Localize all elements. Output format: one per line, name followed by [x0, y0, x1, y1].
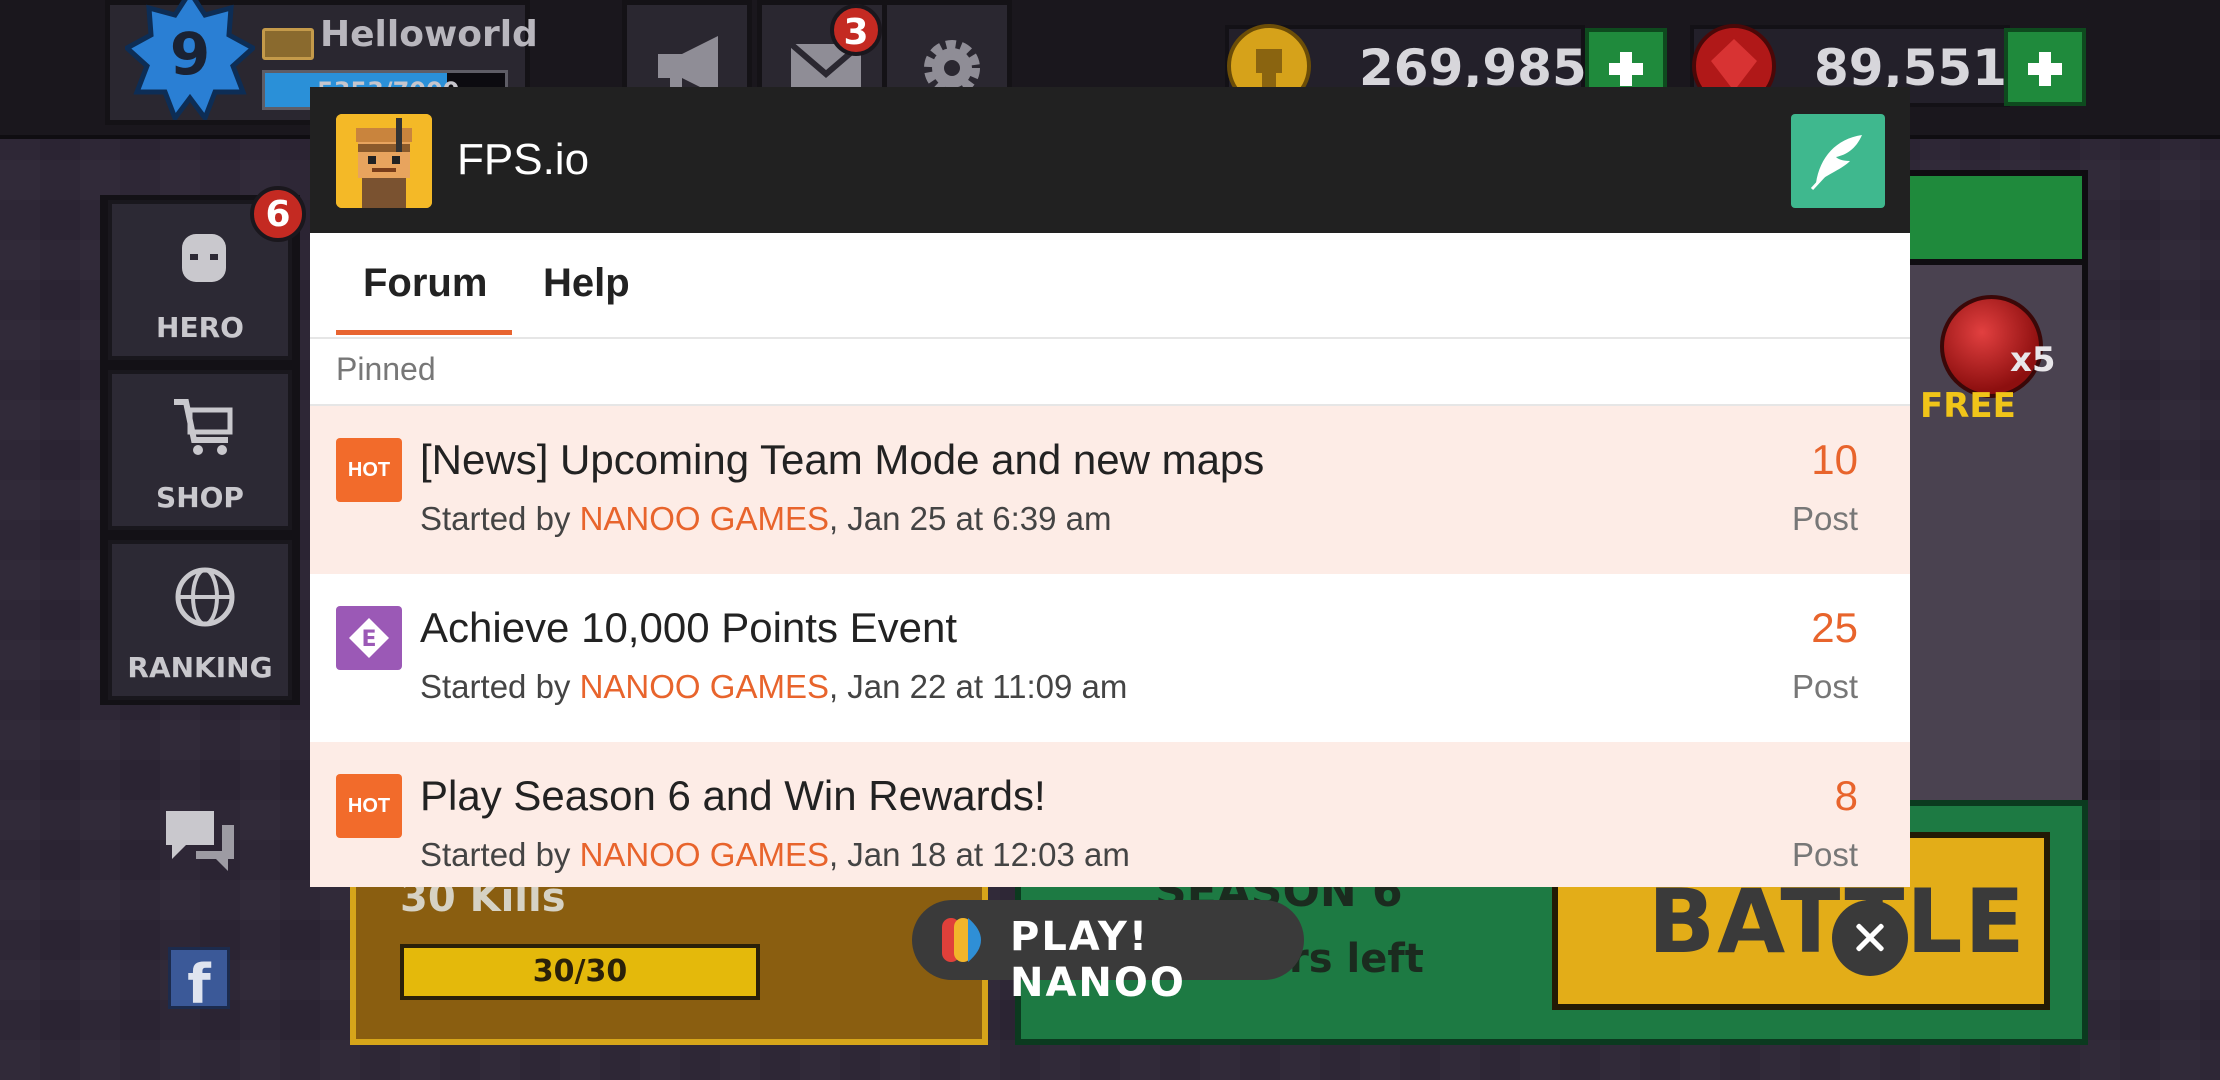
- hero-icon: [182, 234, 226, 282]
- ranking-label: RANKING: [127, 651, 273, 684]
- started-by-label: Started by: [420, 668, 580, 705]
- started-by-label: Started by: [420, 836, 580, 873]
- post-count-label: Post: [1791, 500, 1858, 537]
- chat-icon[interactable]: [160, 805, 240, 877]
- shop-label: SHOP: [156, 481, 244, 514]
- tab-forum[interactable]: Forum: [363, 261, 487, 306]
- tab-bar: Forum Help: [310, 233, 1910, 339]
- post-title: [News] Upcoming Team Mode and new maps: [420, 436, 1265, 483]
- reward-header: [1900, 170, 2088, 265]
- play-nanoo-logo-icon: [942, 918, 981, 962]
- active-tab-indicator: [336, 330, 512, 335]
- post-meta: Started by NANOO GAMES, Jan 18 at 12:03 …: [420, 836, 1130, 874]
- free-video-label[interactable]: FREE: [1920, 386, 2016, 426]
- shop-button[interactable]: SHOP: [108, 370, 292, 530]
- tab-help[interactable]: Help: [543, 261, 630, 306]
- play-nanoo-badge[interactable]: PLAY! NANOO: [912, 900, 1304, 1006]
- app-title: FPS.io: [457, 135, 590, 184]
- hero-label: HERO: [156, 311, 244, 344]
- post-author[interactable]: NANOO GAMES: [580, 836, 829, 873]
- pinned-post-row[interactable]: E Achieve 10,000 Points Event Started by…: [310, 574, 1910, 742]
- cart-icon: [174, 399, 233, 455]
- play-nanoo-text: PLAY! NANOO: [1010, 914, 1186, 1006]
- post-count: 8: [1834, 772, 1858, 819]
- hot-tag-icon: HOT: [336, 438, 402, 502]
- write-post-button[interactable]: [1791, 114, 1885, 208]
- level-number: 9: [170, 20, 210, 88]
- event-tag-letter: E: [361, 627, 376, 652]
- post-date: , Jan 25 at 6:39 am: [828, 500, 1112, 537]
- facebook-icon[interactable]: f: [168, 947, 230, 1016]
- reward-multiplier: x5: [2010, 340, 2056, 380]
- close-button[interactable]: [1832, 900, 1908, 976]
- feather-icon: [1810, 135, 1862, 191]
- game-character-icon: [336, 114, 432, 208]
- event-tag-icon: E: [336, 606, 402, 670]
- post-count-label: Post: [1791, 836, 1858, 873]
- post-count-label: Post: [1791, 668, 1858, 705]
- pinned-post-row[interactable]: HOT [News] Upcoming Team Mode and new ma…: [310, 406, 1910, 574]
- post-count: 25: [1811, 604, 1858, 651]
- level-badge-icon: 9: [125, 0, 255, 120]
- forum-modal: FPS.io Forum Help Pinned HOT [News] Upco…: [310, 87, 1910, 887]
- mail-count-badge: 3: [830, 4, 882, 56]
- mission-progress-text: 30/30: [532, 954, 628, 989]
- hot-tag-icon: HOT: [336, 774, 402, 838]
- ranking-button[interactable]: RANKING: [108, 540, 292, 700]
- post-date: , Jan 22 at 11:09 am: [828, 668, 1128, 705]
- post-meta: Started by NANOO GAMES, Jan 25 at 6:39 a…: [420, 500, 1111, 538]
- post-title: Achieve 10,000 Points Event: [420, 604, 958, 651]
- globe-icon: [175, 567, 235, 627]
- post-author[interactable]: NANOO GAMES: [580, 500, 829, 537]
- pinned-post-row[interactable]: HOT Play Season 6 and Win Rewards! Start…: [310, 742, 1910, 887]
- post-meta: Started by NANOO GAMES, Jan 22 at 11:09 …: [420, 668, 1127, 706]
- mission-progress-bar: 30/30: [400, 944, 760, 1000]
- event-diamond-icon: E: [349, 618, 389, 658]
- started-by-label: Started by: [420, 500, 580, 537]
- reward-panel[interactable]: [1900, 170, 2088, 810]
- post-count: 10: [1811, 436, 1858, 483]
- player-name: Helloworld: [320, 14, 538, 55]
- post-author[interactable]: NANOO GAMES: [580, 668, 829, 705]
- modal-header: FPS.io: [310, 87, 1910, 233]
- add-rubies-button[interactable]: [2004, 28, 2086, 106]
- hero-count-badge: 6: [250, 186, 306, 242]
- post-date: , Jan 18 at 12:03 am: [828, 836, 1130, 873]
- post-title: Play Season 6 and Win Rewards!: [420, 772, 1046, 819]
- pinned-section-label: Pinned: [336, 351, 436, 387]
- name-tag-icon: [262, 28, 314, 60]
- app-icon: [336, 114, 432, 208]
